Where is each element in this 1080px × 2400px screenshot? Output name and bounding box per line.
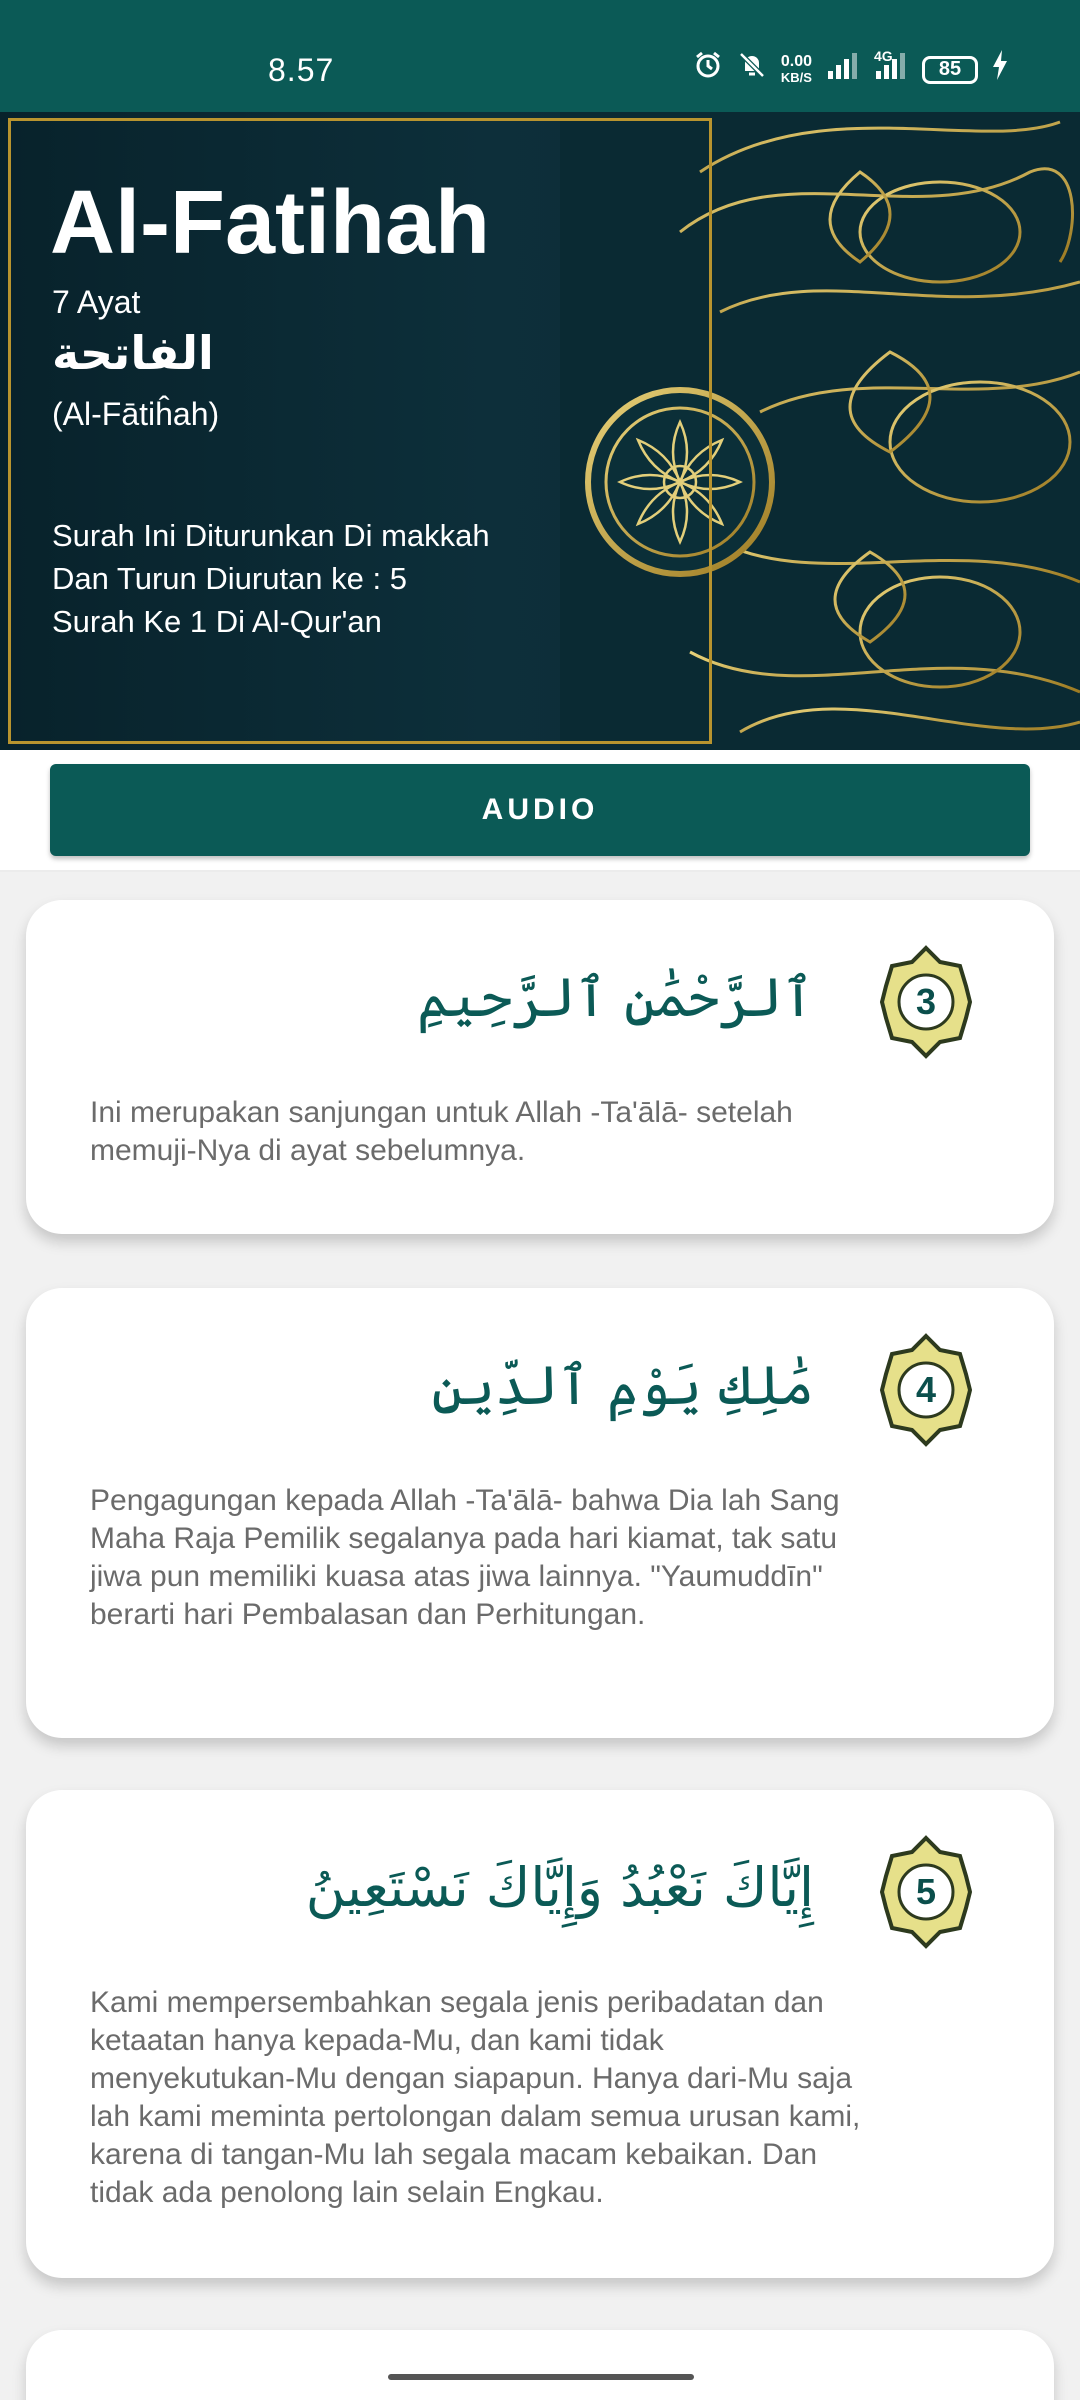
verse-card-3[interactable]: ٱلرَّحْمَٰنِ ٱلرَّحِيمِ 3 Ini merupakan … xyxy=(26,900,1054,1234)
verse-card-4[interactable]: مَٰلِكِ يَوْمِ ٱلدِّينِ 4 Pengagungan ke… xyxy=(26,1288,1054,1738)
status-bar: 8.57 0.00 KB/S 4G 85 xyxy=(0,0,1080,112)
network-type: 4G xyxy=(874,47,893,64)
verse-number: 5 xyxy=(915,1871,937,1912)
surah-info-revelation: Surah Ini Diturunkan Di makkah xyxy=(52,518,490,553)
status-icons: 0.00 KB/S 4G 85 xyxy=(693,48,1008,89)
verse-arabic-text: إِيَّاكَ نَعْبُدُ وَإِيَّاكَ نَسْتَعِينُ xyxy=(305,1856,814,1919)
screen: 8.57 0.00 KB/S 4G 85 Al-Fatihah 7 Ayat ا… xyxy=(0,0,1080,2400)
surah-arabic-name: الفاتحة xyxy=(52,326,214,380)
battery-level: 85 xyxy=(938,58,962,80)
net-speed-unit: KB/S xyxy=(780,69,812,85)
verse-number-badge: 5 xyxy=(878,1834,974,1950)
verse-translation: Pengagungan kepada Allah -Ta'ālā- bahwa … xyxy=(90,1484,840,1631)
verse-card-next[interactable] xyxy=(26,2330,1054,2400)
net-speed-value: 0.00 xyxy=(780,52,812,70)
status-time: 8.57 xyxy=(268,52,335,88)
battery-icon: 85 xyxy=(922,55,978,84)
verse-translation: Ini merupakan sanjungan untuk Allah -Ta'… xyxy=(90,1096,793,1167)
surah-info-order: Dan Turun Diurutan ke : 5 xyxy=(52,561,407,596)
verse-arabic-text: ٱلرَّحْمَٰنِ ٱلرَّحِيمِ xyxy=(417,966,814,1029)
verse-arabic-text: مَٰلِكِ يَوْمِ ٱلدِّينِ xyxy=(431,1354,814,1417)
audio-section: AUDIO xyxy=(0,750,1080,872)
mute-icon xyxy=(737,50,767,89)
surah-header-banner: Al-Fatihah 7 Ayat الفاتحة (Al-Fātiĥah) S… xyxy=(0,112,1080,750)
home-indicator[interactable] xyxy=(388,2374,694,2380)
verse-translation: Kami mempersembahkan segala jenis periba… xyxy=(90,1986,861,2209)
surah-title: Al-Fatihah xyxy=(50,173,490,273)
verse-number-badge: 4 xyxy=(878,1332,974,1448)
network-speed: 0.00 KB/S xyxy=(780,52,812,86)
verse-number: 3 xyxy=(915,981,937,1022)
audio-button[interactable]: AUDIO xyxy=(50,764,1030,856)
verse-card-5[interactable]: إِيَّاكَ نَعْبُدُ وَإِيَّاكَ نَسْتَعِينُ… xyxy=(26,1790,1054,2278)
surah-info: Surah Ini Diturunkan Di makkah Dan Turun… xyxy=(52,514,490,643)
signal-icon xyxy=(826,52,860,88)
surah-info-position: Surah Ke 1 Di Al-Qur'an xyxy=(52,604,382,639)
surah-latin-name: (Al-Fātiĥah) xyxy=(52,396,220,432)
ayat-count: 7 Ayat xyxy=(52,284,141,320)
signal-4g-icon: 4G xyxy=(874,48,908,88)
charging-icon xyxy=(992,50,1008,89)
verse-number-badge: 3 xyxy=(878,944,974,1060)
verse-number: 4 xyxy=(915,1369,937,1410)
alarm-icon xyxy=(693,50,723,89)
